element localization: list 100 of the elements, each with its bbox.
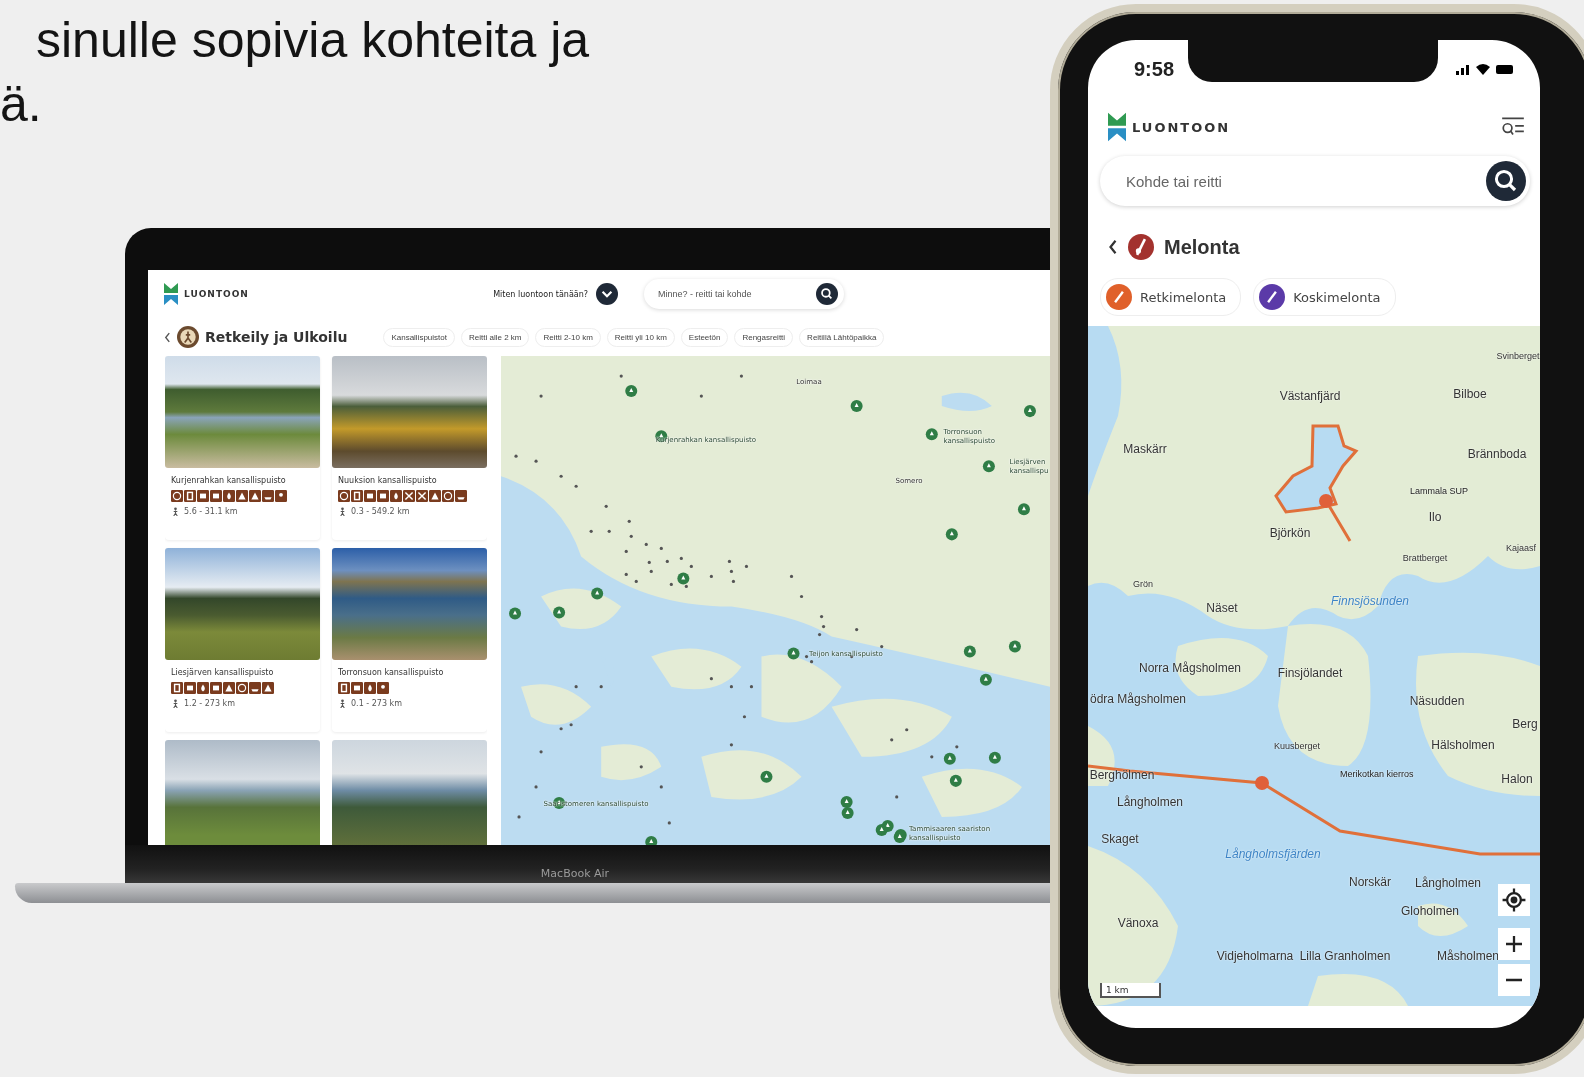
map-label: Kajaasf (1506, 543, 1536, 553)
amenity-icon (377, 490, 389, 502)
map-label: Lammala SUP (1410, 486, 1469, 496)
brand-name: LUONTOON (1132, 119, 1231, 135)
map-label: Gloholmen (1401, 904, 1459, 918)
map-label: Halon (1501, 772, 1533, 786)
back-icon[interactable] (164, 331, 171, 343)
map-label: Långholmsfjärden (1225, 847, 1321, 861)
amenity-icon (197, 490, 209, 502)
map-label: Berghölmen (1089, 768, 1155, 782)
card-title: Liesjärven kansallispuisto (171, 668, 275, 677)
amenity-icon (390, 490, 402, 502)
map-label: Måsholmen (1437, 949, 1499, 963)
map-label: Västanfjärd (1279, 389, 1341, 403)
amenity-icon (262, 682, 274, 694)
map-label: Svinberget (1496, 351, 1540, 361)
map-label: Berg (1512, 717, 1538, 731)
map-label: Merikotkan kierros (1340, 769, 1414, 779)
card-title: Nuuksion kansallispuisto (338, 476, 438, 485)
search-filter-icon[interactable] (1500, 116, 1526, 138)
status-time: 9:58 (1134, 57, 1175, 81)
place-card[interactable]: Nuuksion kansallispuisto 0.3 - 549.2 km (332, 356, 487, 540)
filter-chip[interactable]: Rengasreitti (734, 327, 794, 347)
amenity-icon (236, 682, 248, 694)
map-label: Norra Mågsholmen (1139, 661, 1241, 675)
map-label: Näset (1206, 601, 1238, 615)
amenity-icon (210, 682, 222, 694)
amenity-icon (210, 490, 222, 502)
amenity-icon (429, 490, 441, 502)
search-field[interactable]: Kohde tai reitti (1100, 156, 1530, 206)
amenity-icon (249, 682, 261, 694)
map-label: Hälsholmen (1431, 738, 1495, 752)
map-label: Vänoxa (1117, 916, 1159, 930)
map-label: Långholmen (1414, 876, 1482, 890)
amenity-icon (442, 490, 454, 502)
filter-chip[interactable]: Reitti 2-10 km (535, 327, 601, 347)
map-label: Grön (1133, 579, 1153, 589)
hiker-icon (338, 699, 347, 708)
distance-text: 5.6 - 31.1 km (184, 507, 238, 516)
hiker-icon (177, 326, 199, 348)
zoom-out-button[interactable] (1498, 964, 1530, 996)
distance-text: 0.1 - 273 km (351, 699, 402, 708)
filter-chip[interactable]: Koskimelonta (1253, 278, 1396, 316)
map-label: Finsjölandet (1277, 666, 1343, 680)
place-card[interactable]: Torronsuon kansallispuisto 0.1 - 273 km (332, 548, 487, 732)
search-field[interactable]: Minne? - reitti tai kohde (644, 279, 844, 309)
back-icon[interactable] (1108, 239, 1118, 255)
amenity-icon (197, 682, 209, 694)
map-label: Skaget (1101, 832, 1139, 846)
brand-name: LUONTOON (184, 289, 249, 299)
map-label: Bilboe (1453, 387, 1487, 401)
map-label: Maskärr (1123, 442, 1167, 456)
map-label: Kuusberget (1274, 741, 1320, 751)
place-card[interactable]: Liesjärven kansallispuisto 1.2 - 273 km (165, 548, 320, 732)
map-label: Brattberget (1402, 553, 1448, 563)
dropdown-button[interactable] (596, 283, 618, 305)
amenity-icon (223, 682, 235, 694)
filter-chip[interactable]: Retkimelonta (1100, 278, 1242, 316)
filter-chip[interactable]: Reitti alle 2 km (461, 327, 530, 347)
map-label: Långholmen (1116, 795, 1184, 809)
zoom-in-button[interactable] (1498, 928, 1530, 960)
amenity-icon (262, 490, 274, 502)
map-scale: 1 km (1100, 983, 1161, 998)
filter-chip[interactable]: Reitillä Lähtöpaikka (799, 327, 885, 347)
map-label: Vidjeholmarna (1216, 949, 1294, 963)
place-card[interactable]: Kurjenrahkan kansallispuisto 5.6 - 31.1 km (165, 356, 320, 540)
search-icon[interactable] (816, 283, 838, 305)
filter-chip[interactable]: Reitti yli 10 km (606, 327, 675, 347)
headline-text: ä. (0, 75, 43, 134)
amenity-icon (338, 490, 350, 502)
filter-chip[interactable]: Kansallispuistot (383, 327, 455, 347)
amenity-icon (455, 490, 467, 502)
amenity-icon (403, 490, 415, 502)
map-label: ödra Mågsholmen (1089, 692, 1187, 706)
amenity-icon (249, 490, 261, 502)
amenity-icon (223, 490, 235, 502)
amenity-icon (364, 682, 376, 694)
map-label: Ilo (1428, 510, 1442, 524)
card-title: Kurjenrahkan kansallispuisto (171, 476, 287, 485)
search-icon[interactable] (1486, 161, 1526, 201)
amenity-icon (236, 490, 248, 502)
filter-chip[interactable]: Esteetön (680, 327, 729, 347)
headline-text: sinulle sopivia kohteita ja (35, 11, 590, 70)
map-label: Björkön (1269, 526, 1311, 540)
amenity-icon (364, 490, 376, 502)
hiker-icon (171, 507, 180, 516)
logo-icon (164, 282, 178, 306)
map-label: Näsudden (1409, 694, 1465, 708)
amenity-icon (416, 490, 428, 502)
distance-text: 1.2 - 273 km (184, 699, 235, 708)
locate-button[interactable] (1498, 884, 1530, 916)
hiker-icon (338, 507, 347, 516)
status-icons (1456, 62, 1516, 76)
category-title: Melonta (1164, 235, 1240, 259)
amenity-icon (338, 682, 350, 694)
amenity-icon (171, 490, 183, 502)
distance-text: 0.3 - 549.2 km (351, 507, 410, 516)
amenity-icon (377, 682, 389, 694)
card-title: Torronsuon kansallispuisto (338, 668, 445, 677)
map-label: Norskär (1349, 875, 1391, 889)
